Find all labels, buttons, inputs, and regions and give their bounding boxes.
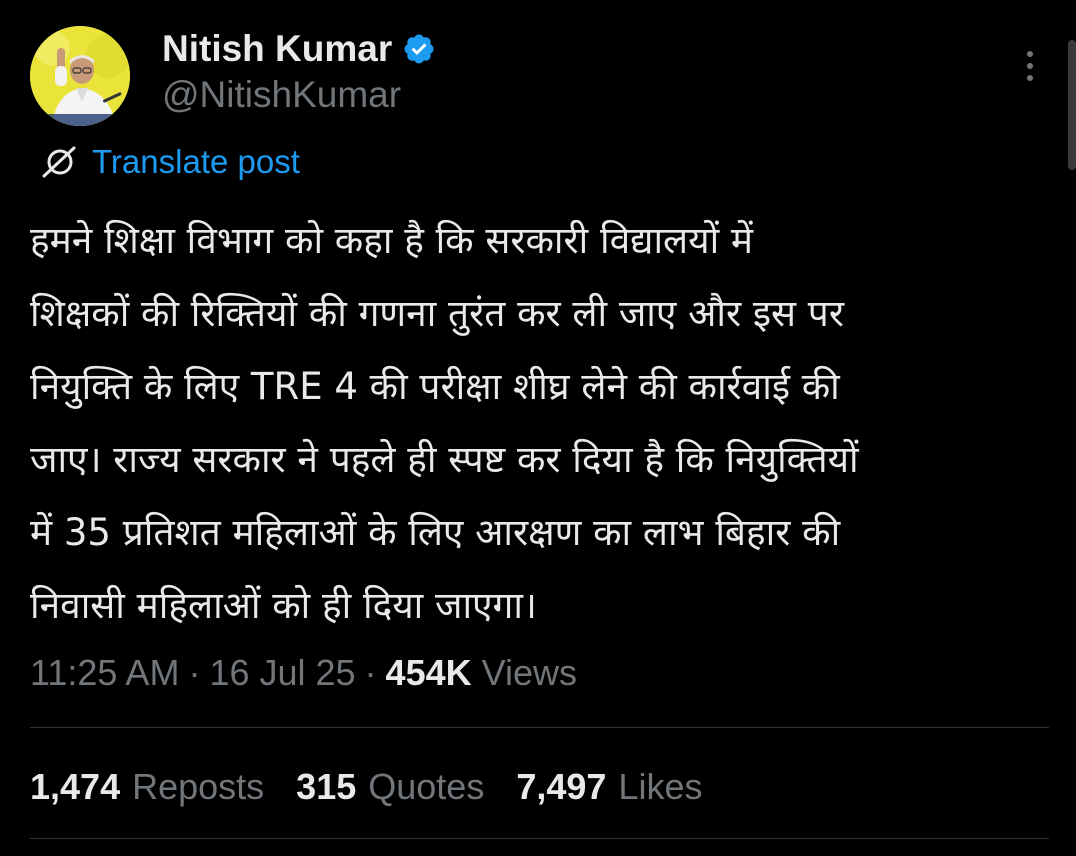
tweet-date[interactable]: 16 Jul 25	[209, 652, 355, 694]
avatar-image	[30, 26, 130, 126]
quotes-stat[interactable]: 315 Quotes	[296, 766, 484, 808]
meta-separator: ·	[188, 652, 201, 693]
tweet-text-line: निवासी महिलाओं को ही दिया जाएगा।	[30, 584, 537, 627]
likes-label: Likes	[618, 766, 703, 807]
engagement-stats: 1,474 Reposts 315 Quotes 7,497 Likes	[30, 764, 734, 810]
tweet-detail: Nitish Kumar @NitishKumar Translate post…	[0, 0, 1076, 856]
tweet-text-line: हमने शिक्षा विभाग को कहा है कि सरकारी वि…	[30, 219, 754, 262]
tweet-text-line: जाए। राज्य सरकार ने पहले ही स्पष्ट कर दि…	[30, 438, 859, 481]
scrollbar-thumb[interactable]	[1068, 40, 1076, 170]
author-handle[interactable]: @NitishKumar	[162, 74, 401, 116]
author-name-row[interactable]: Nitish Kumar	[162, 26, 436, 72]
more-dot	[1027, 51, 1033, 57]
verified-badge-icon	[402, 32, 436, 66]
translate-post-label[interactable]: Translate post	[92, 143, 300, 181]
tweet-text-line: शिक्षकों की रिक्तियों की गणना तुरंत कर ल…	[30, 292, 844, 335]
views-label[interactable]: Views	[482, 652, 577, 694]
tweet-text: हमने शिक्षा विभाग को कहा है कि सरकारी वि…	[30, 204, 1050, 642]
reposts-count: 1,474	[30, 766, 121, 807]
views-count[interactable]: 454K	[386, 652, 472, 694]
quotes-count: 315	[296, 766, 357, 807]
avatar[interactable]	[30, 26, 130, 126]
meta-separator: ·	[364, 652, 377, 693]
divider	[30, 727, 1049, 728]
author-display-name[interactable]: Nitish Kumar	[162, 28, 392, 70]
tweet-text-line: में 35 प्रतिशत महिलाओं के लिए आरक्षण का …	[30, 511, 841, 554]
translate-post-link[interactable]: Translate post	[40, 140, 300, 184]
quotes-label: Quotes	[368, 766, 485, 807]
tweet-meta: 11:25 AM · 16 Jul 25 · 454K Views	[30, 650, 577, 696]
divider	[30, 838, 1049, 839]
tweet-text-line: नियुक्ति के लिए TRE 4 की परीक्षा शीघ्र ल…	[30, 365, 840, 408]
reposts-stat[interactable]: 1,474 Reposts	[30, 766, 264, 808]
likes-count: 7,497	[516, 766, 607, 807]
more-dot	[1027, 63, 1033, 69]
likes-stat[interactable]: 7,497 Likes	[516, 766, 702, 808]
reposts-label: Reposts	[132, 766, 265, 807]
tweet-time[interactable]: 11:25 AM	[30, 652, 179, 694]
translate-globe-icon	[40, 143, 78, 181]
more-vertical-icon[interactable]	[1014, 44, 1046, 88]
more-dot	[1027, 75, 1033, 81]
